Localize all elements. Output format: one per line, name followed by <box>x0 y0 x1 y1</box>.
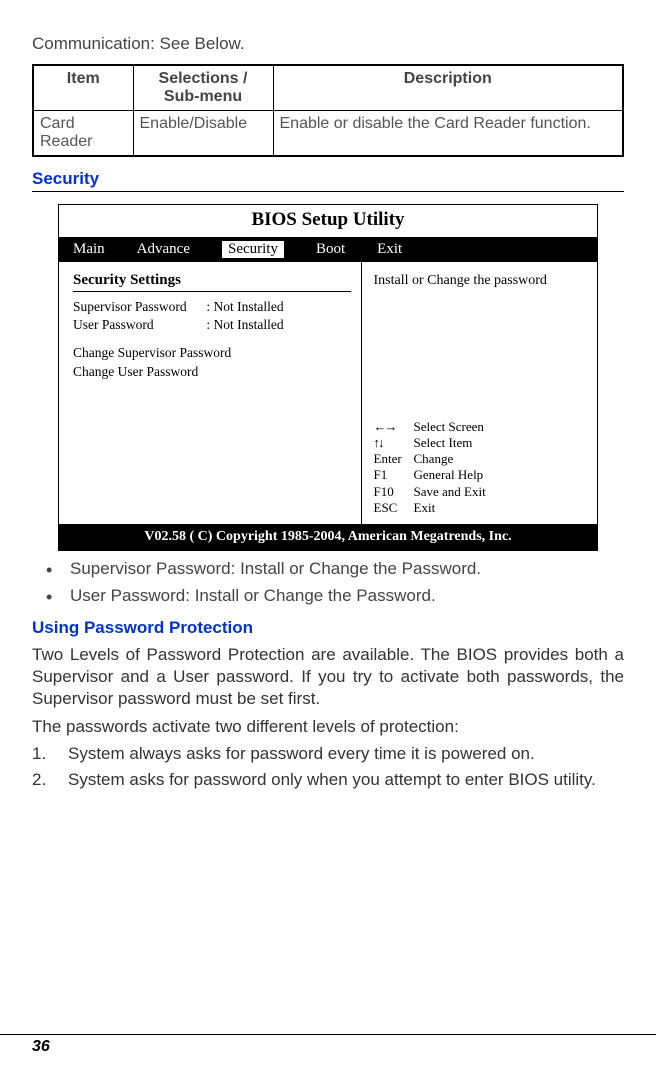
bios-footer-copyright: V02.58 ( C) Copyright 1985-2004, America… <box>59 524 597 550</box>
bios-supervisor-password-row: Supervisor Password : Not Installed <box>73 298 351 316</box>
bios-tab-main: Main <box>73 241 105 258</box>
page-footer: 36 <box>0 1034 656 1056</box>
th-item: Item <box>33 65 133 111</box>
bios-title: BIOS Setup Utility <box>59 205 597 237</box>
bullet-user-password: User Password: Install or Change the Pas… <box>42 584 624 609</box>
bios-help-text: Install or Change the password <box>374 272 587 290</box>
num-marker: 2. <box>32 769 68 791</box>
key-label: F1 <box>374 467 414 483</box>
bios-right-pane: Install or Change the password Select Sc… <box>362 262 597 524</box>
bios-key-legend: Select Screen Select Item EnterChange F1… <box>374 419 587 517</box>
bios-tab-advance: Advance <box>137 241 190 258</box>
key-desc: Exit <box>414 500 492 516</box>
num-marker: 1. <box>32 743 68 765</box>
page-number: 36 <box>32 1038 50 1055</box>
bios-left-pane: Security Settings Supervisor Password : … <box>59 262 362 524</box>
bios-change-supervisor: Change Supervisor Password <box>73 344 351 362</box>
bios-tab-boot: Boot <box>316 241 345 258</box>
th-description: Description <box>273 65 623 111</box>
paragraph-2: The passwords activate two different lev… <box>32 716 624 738</box>
key-desc: Select Screen <box>414 419 492 435</box>
key-desc: Select Item <box>414 435 492 451</box>
key-label: ESC <box>374 500 414 516</box>
key-desc: General Help <box>414 467 492 483</box>
bullet-list: Supervisor Password: Install or Change t… <box>42 557 624 608</box>
cell-description: Enable or disable the Card Reader functi… <box>273 111 623 157</box>
intro-text: Communication: See Below. <box>32 34 624 54</box>
cell-selections: Enable/Disable <box>133 111 273 157</box>
bios-user-password-row: User Password : Not Installed <box>73 316 351 334</box>
parameters-table: Item Selections / Sub-menu Description C… <box>32 64 624 157</box>
num-text: System always asks for password every ti… <box>68 743 535 765</box>
bios-change-user: Change User Password <box>73 363 351 381</box>
numbered-item-1: 1. System always asks for password every… <box>32 743 624 765</box>
bullet-supervisor-password: Supervisor Password: Install or Change t… <box>42 557 624 582</box>
bios-tab-security: Security <box>222 241 284 258</box>
section-title-security: Security <box>32 169 624 192</box>
bios-sup-label: Supervisor Password <box>73 298 203 316</box>
bios-usr-value: : Not Installed <box>206 317 283 332</box>
arrow-left-right-icon <box>374 419 396 434</box>
bios-sup-value: : Not Installed <box>206 299 283 314</box>
num-text: System asks for password only when you a… <box>68 769 596 791</box>
key-label: Enter <box>374 451 414 467</box>
cell-item: Card Reader <box>33 111 133 157</box>
bios-tab-exit: Exit <box>377 241 402 258</box>
bios-setup-figure: BIOS Setup Utility Main Advance Security… <box>58 204 598 551</box>
bios-security-settings-heading: Security Settings <box>73 272 351 289</box>
paragraph-1: Two Levels of Password Protection are av… <box>32 644 624 709</box>
key-desc: Save and Exit <box>414 484 492 500</box>
arrow-up-down-icon <box>374 435 383 450</box>
bios-menu-bar: Main Advance Security Boot Exit <box>59 237 597 262</box>
key-label: F10 <box>374 484 414 500</box>
subsection-title-password-protection: Using Password Protection <box>32 618 624 638</box>
table-row: Card Reader Enable/Disable Enable or dis… <box>33 111 623 157</box>
th-selections: Selections / Sub-menu <box>133 65 273 111</box>
key-desc: Change <box>414 451 492 467</box>
bios-usr-label: User Password <box>73 316 203 334</box>
numbered-item-2: 2. System asks for password only when yo… <box>32 769 624 791</box>
